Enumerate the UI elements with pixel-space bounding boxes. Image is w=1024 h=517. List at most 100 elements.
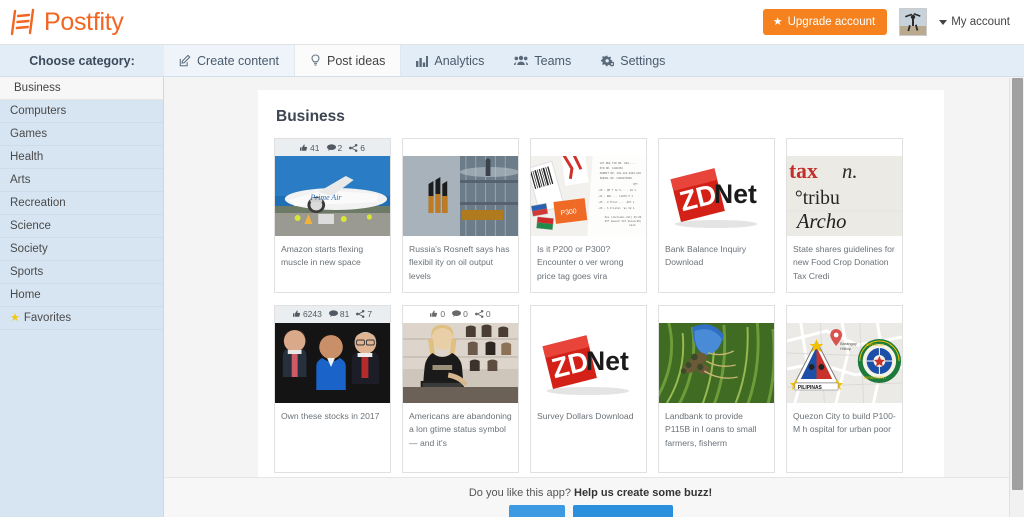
svg-text:Archo: Archo <box>795 209 847 233</box>
idea-card[interactable]: VAT REG TIN NO. 003-... PCN NO. 1200458 … <box>530 138 647 293</box>
card-stats: 41 2 6 <box>275 139 390 156</box>
post-ideas-panel: Business 41 2 6 Prime Air Amazon starts … <box>258 90 944 517</box>
card-thumbnail <box>275 322 390 403</box>
idea-card[interactable]: 6243 81 7 Own these stocks in 2017 <box>274 304 391 473</box>
sidebar-item-label: Recreation <box>10 197 66 209</box>
page-title: Business <box>276 108 345 125</box>
svg-text:SERIAL NO. C08107M209: SERIAL NO. C08107M209 <box>600 177 632 180</box>
tab-teams[interactable]: Teams <box>499 45 587 76</box>
card-grid-row: 41 2 6 Prime Air Amazon starts flexing m… <box>274 138 928 293</box>
share-button-secondary[interactable] <box>572 505 673 517</box>
idea-card[interactable]: 41 2 6 Prime Air Amazon starts flexing m… <box>274 138 391 293</box>
footer-message-plain: Do you like this app? <box>468 487 574 499</box>
category-sidebar: Business Computers Games Health Arts Rec… <box>0 77 164 517</box>
tab-create-content[interactable]: Create content <box>164 45 295 76</box>
tab-post-ideas[interactable]: Post ideas <box>295 45 402 76</box>
svg-text:-26 - b Fristal 'as 38: -26 - b Fristal 'as 38 1 <box>598 206 635 210</box>
sidebar-item-games[interactable]: Games <box>0 123 163 146</box>
card-title: Bank Balance Inquiry Download <box>665 244 747 268</box>
svg-text:Prime Air: Prime Air <box>309 193 342 202</box>
sidebar-item-computers[interactable]: Computers <box>0 100 163 123</box>
upgrade-account-button[interactable]: ★ Upgrade account <box>762 9 888 35</box>
svg-text:-25 - 8 Print ... -067: -25 - 8 Print ... -067 1 <box>598 200 635 204</box>
choose-category-label: Choose category: <box>29 53 135 68</box>
share-stat: 6 <box>349 143 365 153</box>
card-title: Is it P200 or P300? Encounter o ver wron… <box>537 244 624 281</box>
sidebar-item-sports[interactable]: Sports <box>0 261 163 284</box>
card-stats <box>531 306 646 323</box>
svg-text:REPUBLIKA: REPUBLIKA <box>866 343 885 347</box>
idea-card[interactable]: 0 0 0 Americans are abandoning a lon gti… <box>402 304 519 473</box>
comment-stat: 2 <box>326 143 342 153</box>
share-button-primary[interactable] <box>508 505 565 517</box>
footer-message-bold: Help us create some buzz! <box>574 487 713 499</box>
page-scrollbar-track[interactable] <box>1009 78 1024 517</box>
footer-message: Do you like this app? Help us create som… <box>164 487 1017 499</box>
sidebar-item-label: Society <box>10 243 48 255</box>
share-count: 6 <box>360 142 365 153</box>
gears-icon <box>601 54 615 67</box>
body-shell: Business Computers Games Health Arts Rec… <box>0 77 1024 517</box>
comment-count: 0 <box>463 309 468 320</box>
top-bar: Postfity ★ Upgrade account My account <box>0 0 1024 45</box>
idea-card[interactable]: PILIPINAS REPUBLIKA DEPARTMENT Barangay … <box>786 304 903 473</box>
svg-text:Cash: Cash <box>629 223 636 227</box>
sidebar-item-label: Arts <box>10 174 31 186</box>
idea-card[interactable]: ZD Net Bank Balance Inquiry Download <box>658 138 775 293</box>
idea-card[interactable]: Landbank to provide P115B in l oans to s… <box>658 304 775 473</box>
card-thumbnail: ZD Net <box>659 156 774 236</box>
card-stats <box>531 139 646 156</box>
comment-stat: 81 <box>328 309 349 319</box>
sidebar-item-health[interactable]: Health <box>0 146 163 169</box>
share-icon <box>474 310 484 319</box>
svg-text:-21 - BOL ... CLOTH 5: -21 - BOL ... CLOTH 5 1 <box>598 195 634 198</box>
sidebar-item-label: Home <box>10 289 41 301</box>
idea-card[interactable]: Russia's Rosneft says has flexibil ity o… <box>402 138 519 293</box>
svg-text:tax: tax <box>789 159 818 183</box>
sidebar-item-label: Computers <box>10 105 67 117</box>
sidebar-item-society[interactable]: Society <box>0 238 163 261</box>
svg-text:°tribu: °tribu <box>795 187 840 209</box>
like-stat: 6243 <box>292 309 322 319</box>
svg-text:QTY: QTY <box>633 183 638 186</box>
svg-text:DEPARTMENT: DEPARTMENT <box>864 376 887 380</box>
share-count: 0 <box>485 309 491 320</box>
chevron-down-icon <box>939 19 948 25</box>
comment-icon <box>326 143 336 152</box>
sidebar-item-recreation[interactable]: Recreation <box>0 192 163 215</box>
svg-text:Due (Includes Vat) 85.00: Due (Includes Vat) 85.00 <box>605 215 642 219</box>
tab-settings[interactable]: Settings <box>586 45 681 76</box>
people-icon <box>514 55 529 66</box>
postfity-logo-icon <box>10 7 38 37</box>
svg-text:Hilltop: Hilltop <box>840 346 852 351</box>
sidebar-item-business[interactable]: Business <box>0 77 163 100</box>
page-scrollbar-thumb[interactable] <box>1012 78 1023 490</box>
thumbs-up-icon <box>292 310 301 318</box>
card-title: Americans are abandoning a lon gtime sta… <box>409 410 512 448</box>
sidebar-item-label: Business <box>14 82 61 94</box>
my-account-label: My account <box>951 16 1010 28</box>
share-icon <box>349 143 358 152</box>
nav-bar: Choose category: Create content Post ide… <box>0 45 1024 77</box>
sidebar-item-label: Health <box>10 151 44 163</box>
like-count: 41 <box>310 142 320 153</box>
sidebar-item-label: Science <box>10 220 51 232</box>
card-thumbnail: tax n. °tribu Archo <box>787 156 902 236</box>
pencil-square-icon <box>179 54 191 67</box>
sidebar-item-home[interactable]: Home <box>0 284 163 307</box>
my-account-menu[interactable]: My account <box>939 16 1010 28</box>
idea-card[interactable]: tax n. °tribu Archo State shares guideli… <box>786 138 903 293</box>
idea-card[interactable]: ZD Net Survey Dollars Download <box>530 304 647 473</box>
footer: Do you like this app? Help us create som… <box>164 477 1017 517</box>
tab-analytics[interactable]: Analytics <box>401 45 500 76</box>
tab-teams-label: Teams <box>534 53 572 68</box>
sidebar-item-arts[interactable]: Arts <box>0 169 163 192</box>
comment-stat: 0 <box>452 309 468 319</box>
card-title: Landbank to provide P115B in l oans to s… <box>665 410 757 448</box>
brand-logo[interactable]: Postfity <box>0 7 124 37</box>
sidebar-item-science[interactable]: Science <box>0 215 163 238</box>
avatar[interactable] <box>899 8 928 36</box>
sidebar-item-favorites[interactable]: ★ Favorites <box>0 307 163 330</box>
main-content: Business 41 2 6 Prime Air Amazon starts … <box>164 77 1024 517</box>
card-title: Quezon City to build P100-M h ospital fo… <box>793 410 896 435</box>
